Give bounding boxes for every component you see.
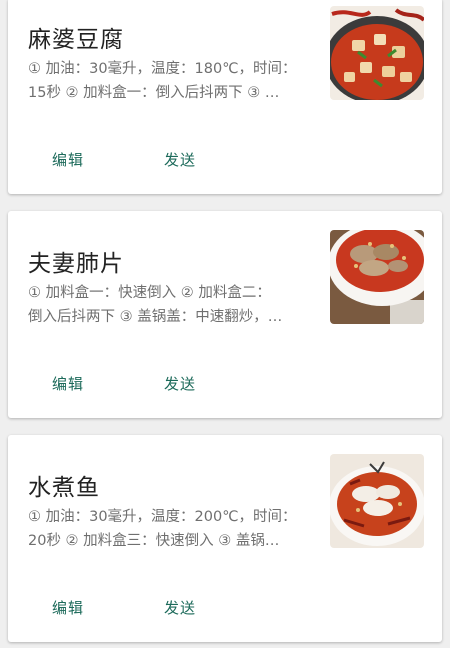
recipe-title: 水煮鱼 [28, 475, 100, 501]
recipe-photo [330, 230, 424, 324]
recipe-steps-line: ① 加油：30毫升，温度：200℃，时间： [28, 509, 297, 525]
recipe-card[interactable]: 水煮鱼 ① 加油：30毫升，温度：200℃，时间： 20秒 ② 加料盒三：快速倒… [8, 435, 442, 642]
recipe-title: 夫妻肺片 [28, 251, 124, 277]
recipe-steps: ① 加油：30毫升，温度：180℃，时间： 15秒 ② 加料盒一：倒入后抖两下 … [28, 57, 316, 105]
recipe-steps-line: ① 加料盒一：快速倒入 ② 加料盒二： [28, 285, 271, 301]
send-button[interactable]: 发送 [158, 593, 202, 622]
recipe-steps-line: 20秒 ② 加料盒三：快速倒入 ③ 盖锅… [28, 533, 280, 549]
recipe-steps: ① 加油：30毫升，温度：200℃，时间： 20秒 ② 加料盒三：快速倒入 ③ … [28, 505, 316, 553]
edit-button[interactable]: 编辑 [46, 593, 90, 622]
recipe-title: 麻婆豆腐 [28, 27, 124, 53]
recipe-steps: ① 加料盒一：快速倒入 ② 加料盒二： 倒入后抖两下 ③ 盖锅盖：中速翻炒，… [28, 281, 316, 329]
recipe-steps-line: 15秒 ② 加料盒一：倒入后抖两下 ③ … [28, 85, 280, 101]
edit-button[interactable]: 编辑 [46, 145, 90, 174]
send-button[interactable]: 发送 [158, 369, 202, 398]
recipe-steps-line: 倒入后抖两下 ③ 盖锅盖：中速翻炒，… [28, 309, 283, 325]
recipe-photo [330, 454, 424, 548]
send-button[interactable]: 发送 [158, 145, 202, 174]
edit-button[interactable]: 编辑 [46, 369, 90, 398]
recipe-steps-line: ① 加油：30毫升，温度：180℃，时间： [28, 61, 297, 77]
recipe-card[interactable]: 夫妻肺片 ① 加料盒一：快速倒入 ② 加料盒二： 倒入后抖两下 ③ 盖锅盖：中速… [8, 211, 442, 418]
recipe-card[interactable]: 麻婆豆腐 ① 加油：30毫升，温度：180℃，时间： 15秒 ② 加料盒一：倒入… [8, 0, 442, 194]
recipe-photo [330, 6, 424, 100]
